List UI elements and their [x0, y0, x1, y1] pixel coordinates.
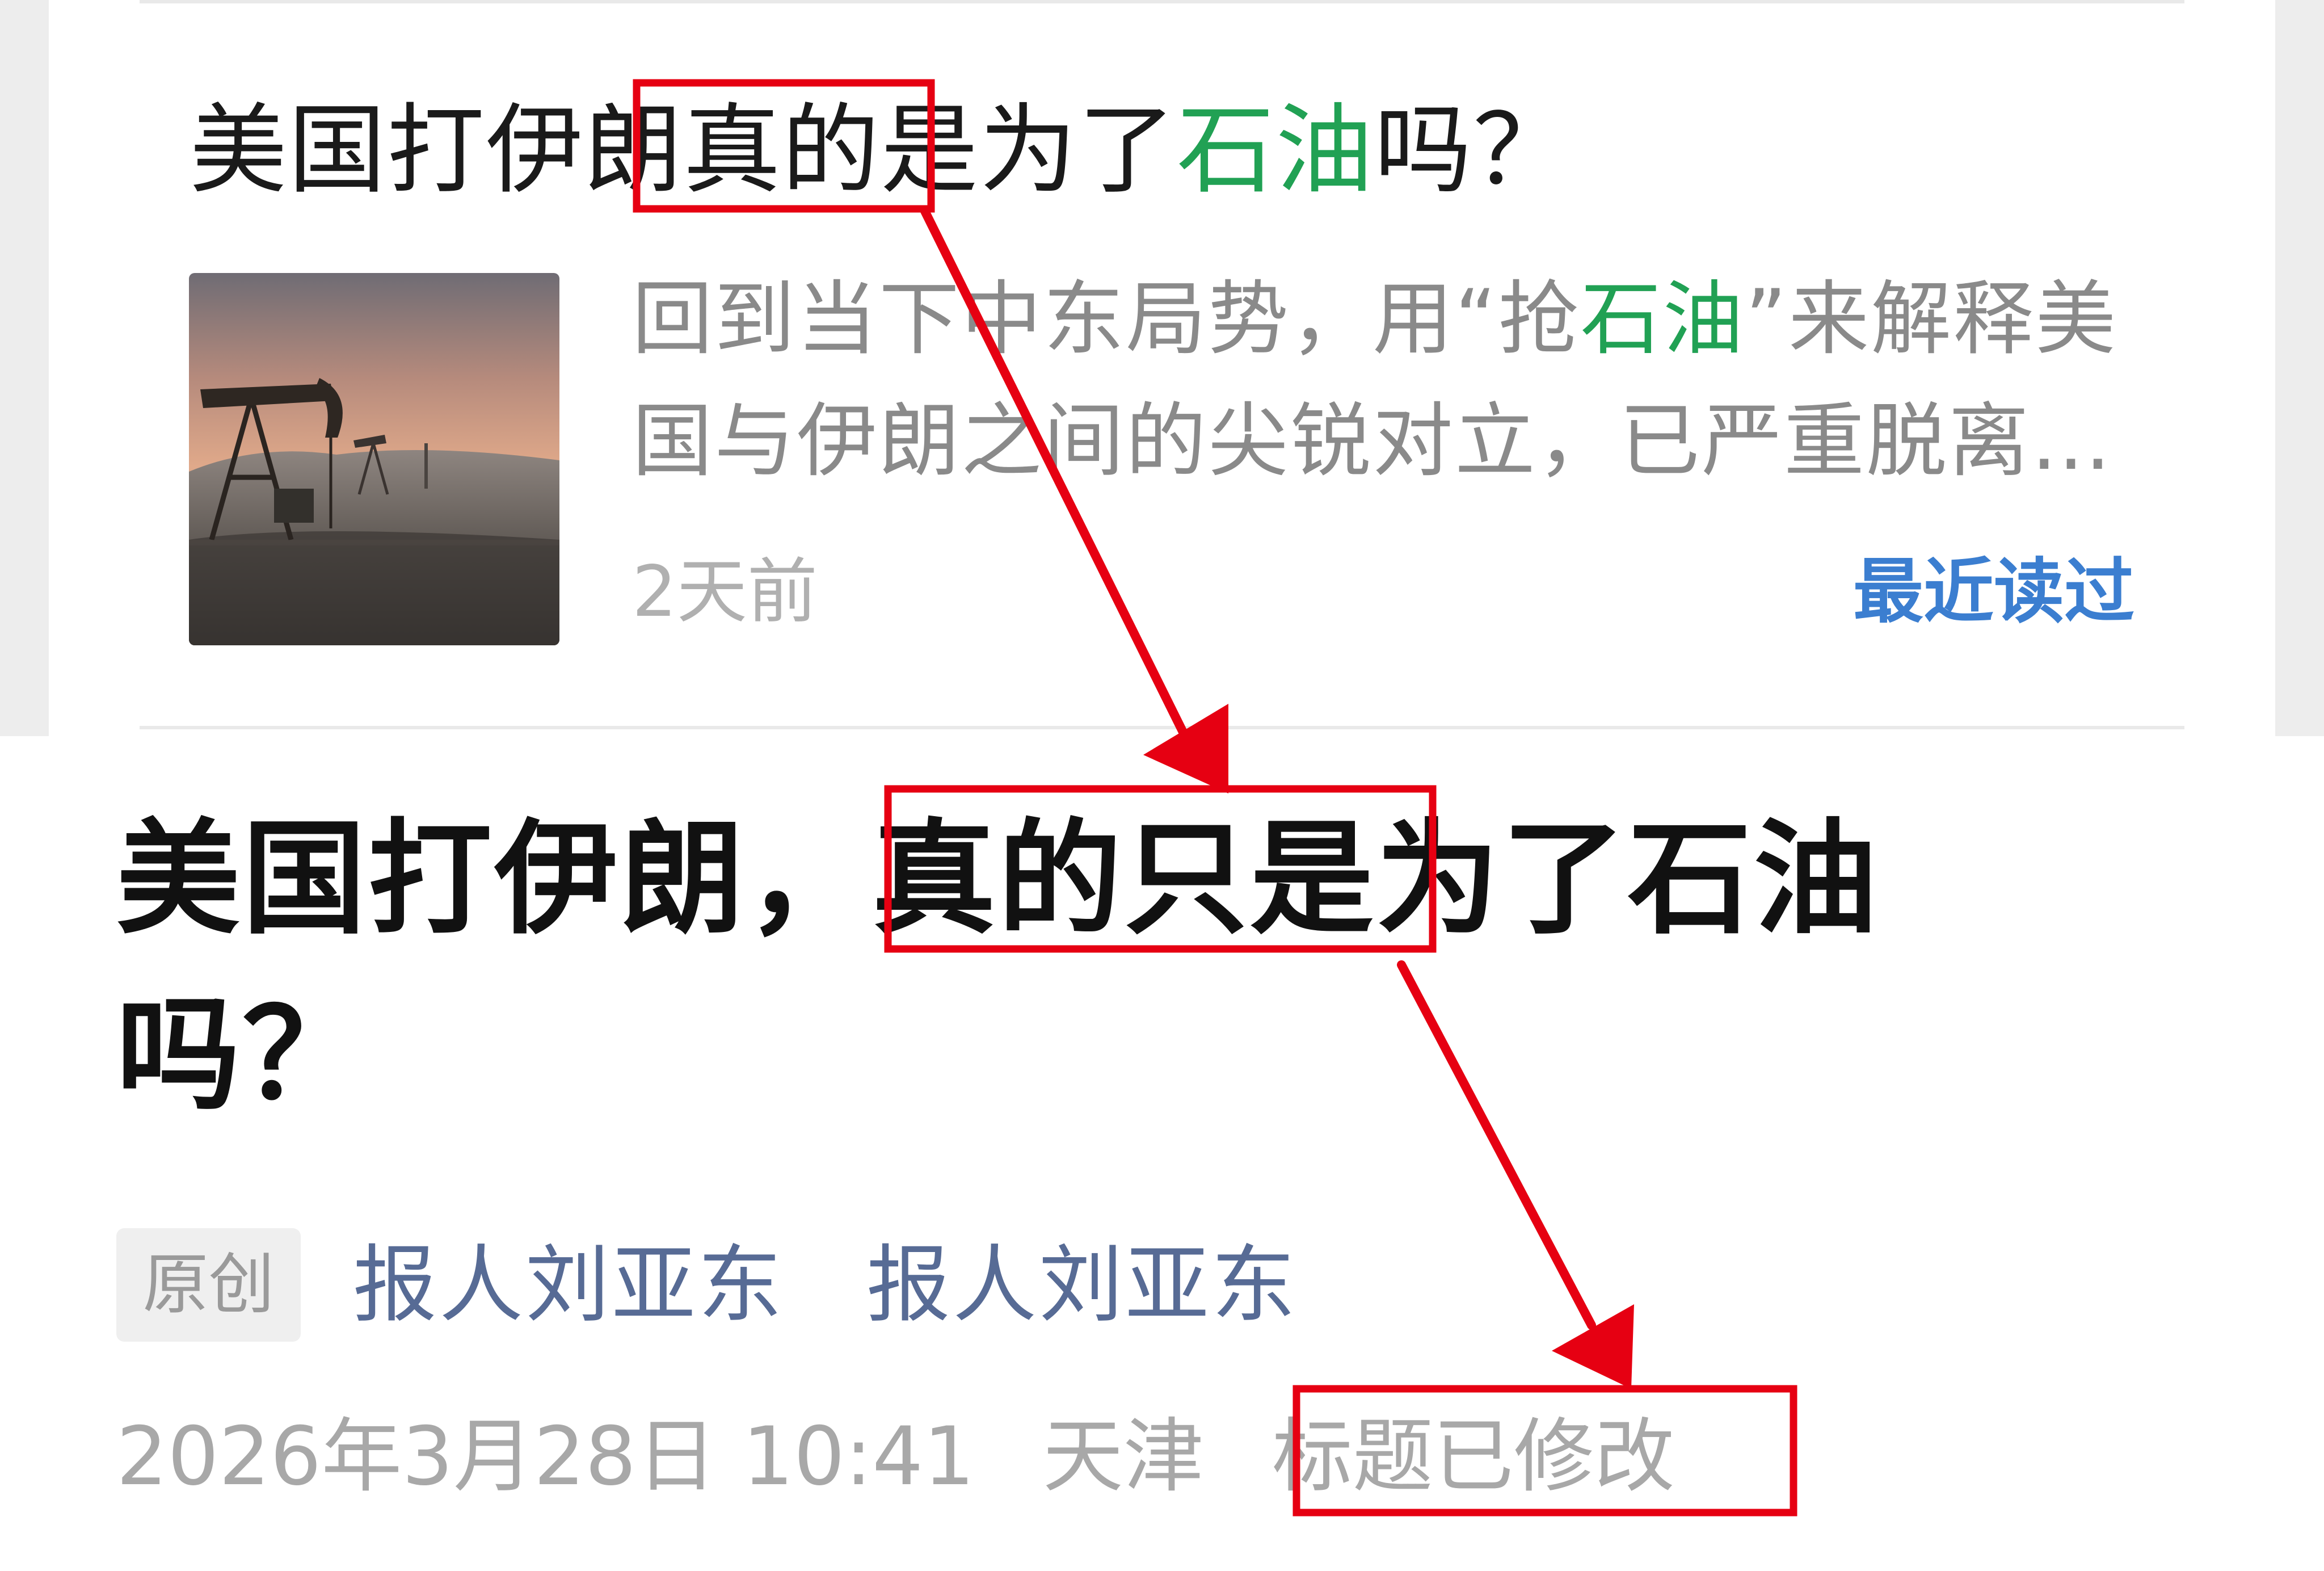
- article-title-line-2: 吗？: [116, 984, 368, 1127]
- result-title[interactable]: 美国打伊朗真的是为了石油吗？: [190, 85, 1572, 216]
- summary-text-b: ”来解释美: [1745, 272, 2118, 366]
- title-prefix: 美国打伊朗: [190, 93, 683, 207]
- bottom-divider: [140, 726, 2184, 729]
- publish-datetime: 2026年3月28日 10:41: [116, 1410, 975, 1503]
- title-middle: 为了: [979, 93, 1177, 207]
- search-results-panel: 美国打伊朗真的是为了石油吗？ 回到当下中东局势，用“抢石油”来解释美 国与伊朗之…: [0, 0, 2324, 736]
- arrow-head-2: [1552, 1304, 1634, 1389]
- title-suffix: 吗？: [1374, 93, 1572, 207]
- title-modified-note: 标题已修改: [1272, 1410, 1675, 1503]
- result-summary: 回到当下中东局势，用“抢石油”来解释美 国与伊朗之间的尖锐对立，已严重脱离…: [632, 258, 2238, 502]
- recently-read-label: 最近读过: [1853, 551, 2134, 633]
- article-title-suffix: 为了石油: [1376, 808, 1880, 951]
- publish-location: 天津: [1042, 1410, 1204, 1503]
- article-title-prefix: 美国打伊朗，: [116, 808, 872, 951]
- top-divider: [140, 0, 2184, 3]
- summary-keyword: 石油: [1580, 272, 1745, 366]
- title-highlighted-phrase: 真的是: [683, 93, 979, 207]
- article-meta-row: 2026年3月28日 10:41 天津 标题已修改: [116, 1409, 1743, 1505]
- search-result-card[interactable]: 美国打伊朗真的是为了石油吗？ 回到当下中东局势，用“抢石油”来解释美 国与伊朗之…: [49, 0, 2275, 736]
- author-name[interactable]: 报人刘亚东: [353, 1228, 784, 1342]
- account-name-link[interactable]: 报人刘亚东: [866, 1228, 1298, 1342]
- summary-line-1: 回到当下中东局势，用“抢石油”来解释美: [632, 258, 2238, 380]
- article-title-highlighted-phrase: 真的只是: [872, 808, 1376, 951]
- title-keyword: 石油: [1177, 93, 1374, 207]
- result-time: 2天前: [632, 551, 818, 633]
- summary-text-a: 回到当下中东局势，用“抢: [632, 272, 1581, 366]
- oil-pumpjack-image: [189, 273, 559, 645]
- article-title: 美国打伊朗，真的只是为了石油 吗？: [116, 792, 2102, 1144]
- summary-line-2: 国与伊朗之间的尖锐对立，已严重脱离…: [632, 394, 2113, 488]
- original-badge: 原创: [116, 1228, 301, 1342]
- result-thumbnail[interactable]: [189, 273, 559, 645]
- article-title-line-1: 美国打伊朗，真的只是为了石油: [116, 792, 2102, 968]
- comparison-screenshot: 美国打伊朗真的是为了石油吗？ 回到当下中东局势，用“抢石油”来解释美 国与伊朗之…: [0, 0, 2324, 1571]
